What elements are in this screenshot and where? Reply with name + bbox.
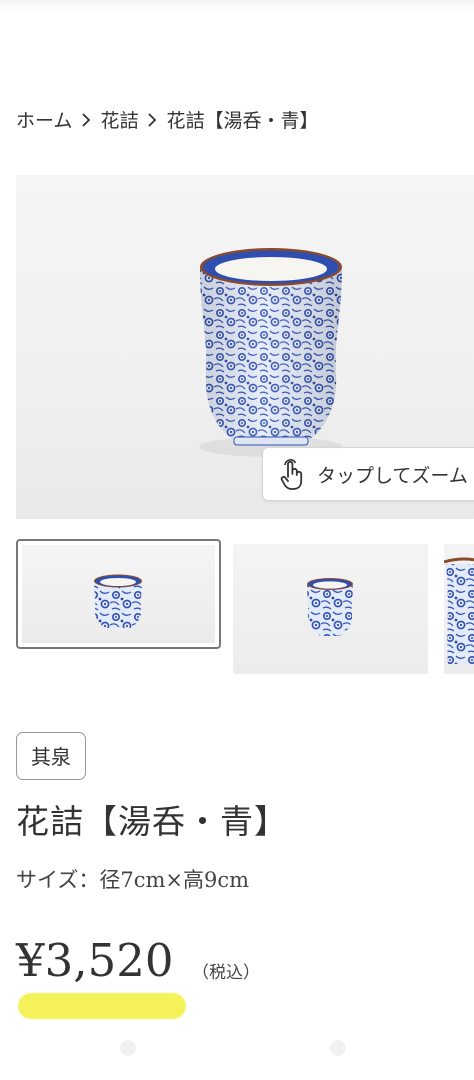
product-size: サイズ：径7cm×高9cm	[16, 868, 250, 892]
thumbnail-3[interactable]	[444, 544, 474, 674]
breadcrumb: ホーム 花詰 花詰【湯呑・青】	[16, 106, 318, 133]
faint-decoration	[120, 1040, 136, 1056]
thumbnail-2[interactable]	[233, 544, 428, 674]
product-price: ¥3,520	[16, 934, 174, 987]
thumbnail-cup-image	[444, 557, 474, 664]
thumbnail-1-selected[interactable]	[16, 539, 221, 649]
top-bar-shadow	[0, 0, 474, 12]
zoom-hint-button[interactable]: タップしてズーム	[262, 447, 474, 501]
tap-hand-icon	[280, 459, 303, 490]
breadcrumb-home[interactable]: ホーム	[16, 106, 72, 133]
zoom-hint-label: タップしてズーム	[317, 464, 468, 487]
tax-note: （税込）	[192, 963, 260, 983]
breadcrumb-category[interactable]: 花詰	[100, 106, 138, 133]
price-highlight-mark	[18, 993, 186, 1019]
product-title: 花詰【湯呑・青】	[16, 802, 288, 841]
chevron-right-icon	[72, 110, 100, 130]
brand-tag[interactable]: 其泉	[16, 732, 86, 780]
chevron-right-icon	[138, 110, 166, 130]
thumbnail-cup-image	[94, 574, 142, 628]
faint-decoration	[330, 1040, 346, 1056]
thumbnail-cup-image	[307, 578, 353, 636]
breadcrumb-current: 花詰【湯呑・青】	[166, 110, 319, 132]
